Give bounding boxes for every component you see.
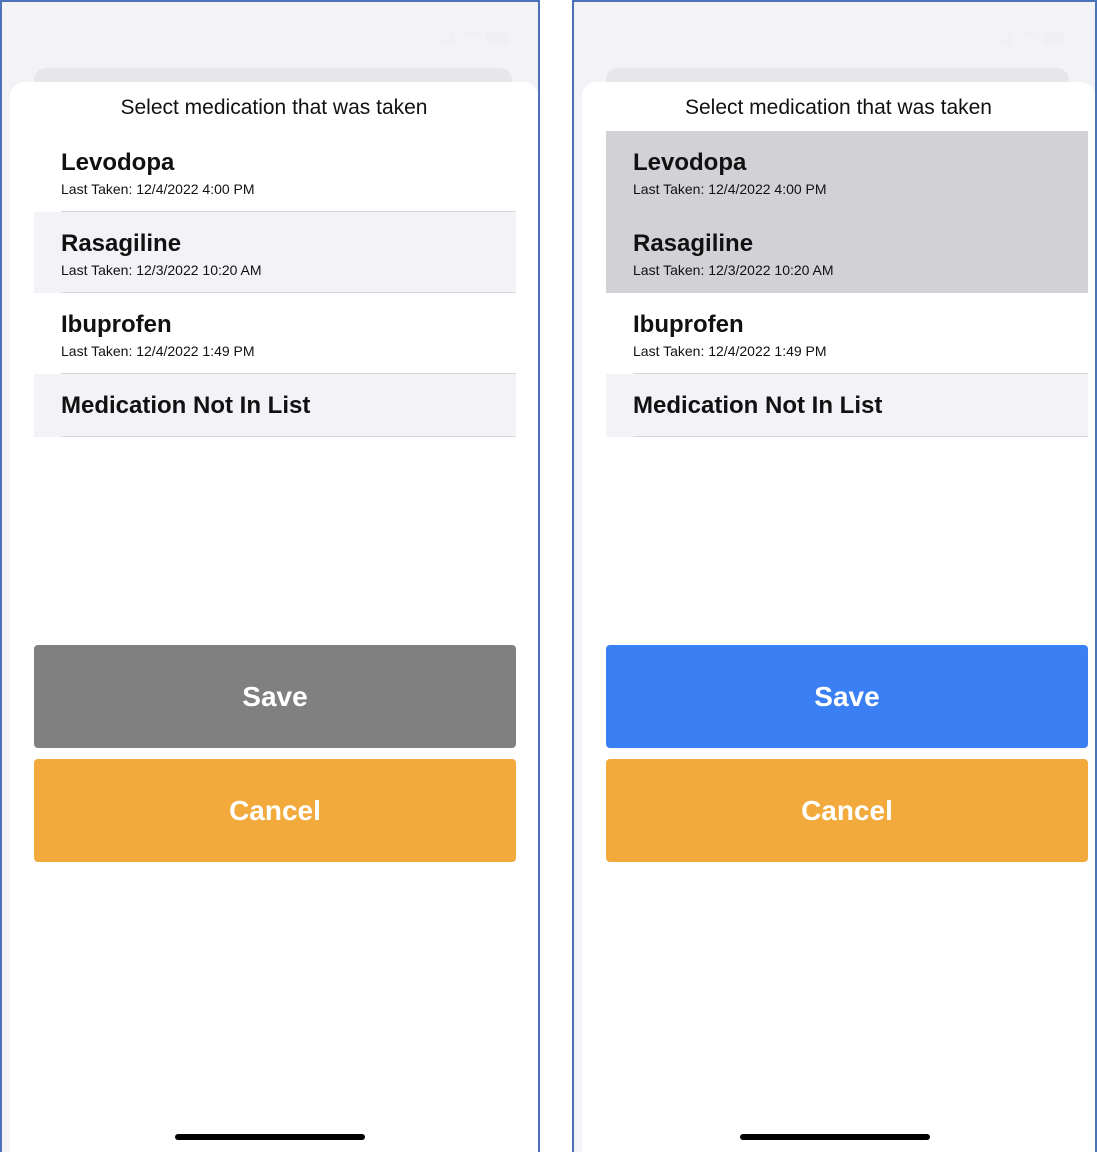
cellular-signal-icon [998, 32, 1011, 44]
medication-list: Levodopa Last Taken: 12/4/2022 4:00 PM R… [606, 131, 1088, 437]
status-time: 10:05 [46, 27, 105, 52]
wifi-icon [462, 32, 484, 44]
status-icons [998, 32, 1065, 44]
medication-sheet: Select medication that was taken Levodop… [10, 82, 538, 1152]
sheet-title: Select medication that was taken [684, 96, 992, 119]
medication-list: Levodopa Last Taken: 12/4/2022 4:00 PM R… [34, 131, 516, 437]
medication-name: Medication Not In List [61, 392, 311, 419]
last-taken-text: Last Taken: 12/4/2022 4:00 PM [633, 181, 827, 197]
medication-name: Medication Not In List [633, 392, 883, 419]
cancel-button[interactable]: Cancel [606, 759, 1088, 862]
status-icons [441, 32, 508, 44]
medication-name: Levodopa [61, 149, 175, 176]
status-time: 10:05 [618, 27, 677, 52]
row-divider [61, 436, 516, 437]
last-taken-text: Last Taken: 12/4/2022 1:49 PM [633, 343, 827, 359]
medication-item-rasagiline[interactable]: Rasagiline Last Taken: 12/3/2022 10:20 A… [606, 212, 1088, 293]
medication-item-ibuprofen[interactable]: Ibuprofen Last Taken: 12/4/2022 1:49 PM [34, 293, 516, 374]
last-taken-text: Last Taken: 12/3/2022 10:20 AM [61, 262, 262, 278]
last-taken-text: Last Taken: 12/3/2022 10:20 AM [633, 262, 834, 278]
medication-item-not-in-list[interactable]: Medication Not In List [606, 374, 1088, 437]
medication-name: Ibuprofen [61, 311, 172, 338]
last-taken-text: Last Taken: 12/4/2022 1:49 PM [61, 343, 255, 359]
save-button[interactable]: Save [34, 645, 516, 748]
status-bar: 10:05 [574, 2, 1095, 74]
medication-name: Levodopa [633, 149, 747, 176]
home-indicator[interactable] [175, 1134, 365, 1140]
last-taken-text: Last Taken: 12/4/2022 4:00 PM [61, 181, 255, 197]
phone-screen-unselected: 10:05 Select medication that was taken L… [0, 0, 540, 1152]
save-button[interactable]: Save [606, 645, 1088, 748]
medication-item-levodopa[interactable]: Levodopa Last Taken: 12/4/2022 4:00 PM [606, 131, 1088, 212]
battery-icon [486, 32, 508, 44]
cancel-button[interactable]: Cancel [34, 759, 516, 862]
medication-name: Rasagiline [61, 230, 182, 257]
sheet-title: Select medication that was taken [120, 96, 428, 119]
cellular-signal-icon [441, 32, 454, 44]
status-bar: 10:05 [2, 2, 538, 74]
medication-item-levodopa[interactable]: Levodopa Last Taken: 12/4/2022 4:00 PM [34, 131, 516, 212]
row-divider [633, 436, 1088, 437]
medication-sheet: Select medication that was taken Levodop… [582, 82, 1095, 1152]
battery-icon [1043, 32, 1065, 44]
medication-name: Ibuprofen [633, 311, 744, 338]
wifi-icon [1019, 32, 1041, 44]
medication-item-rasagiline[interactable]: Rasagiline Last Taken: 12/3/2022 10:20 A… [34, 212, 516, 293]
comparison-canvas: 10:05 Select medication that was taken L… [0, 0, 1097, 1152]
medication-item-not-in-list[interactable]: Medication Not In List [34, 374, 516, 437]
medication-name: Rasagiline [633, 230, 754, 257]
phone-screen-selected: 10:05 Select medication that was taken L… [572, 0, 1097, 1152]
medication-item-ibuprofen[interactable]: Ibuprofen Last Taken: 12/4/2022 1:49 PM [606, 293, 1088, 374]
home-indicator[interactable] [739, 1134, 930, 1140]
